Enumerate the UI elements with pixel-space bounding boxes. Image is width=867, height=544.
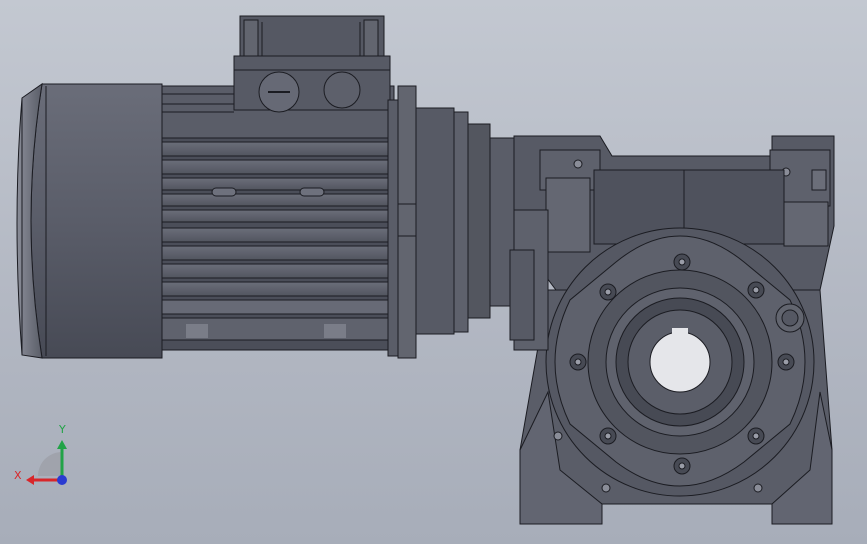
x-axis-label: X <box>14 469 22 482</box>
output-bore[interactable] <box>649 331 711 393</box>
cooling-fins <box>161 137 395 351</box>
terminal-box[interactable] <box>233 15 391 113</box>
graphics-viewport[interactable]: X Y <box>0 0 867 544</box>
cad-model-view[interactable] <box>0 0 867 544</box>
motor[interactable] <box>16 15 515 359</box>
z-axis-dot <box>57 475 67 485</box>
worm-gearbox[interactable] <box>509 135 835 525</box>
y-axis-label: Y <box>59 423 66 436</box>
output-flange[interactable] <box>545 227 815 497</box>
cable-gland[interactable] <box>323 71 361 109</box>
motor-end-cap[interactable] <box>16 82 163 359</box>
motor-flange[interactable] <box>387 85 515 359</box>
coordinate-triad <box>26 440 67 485</box>
